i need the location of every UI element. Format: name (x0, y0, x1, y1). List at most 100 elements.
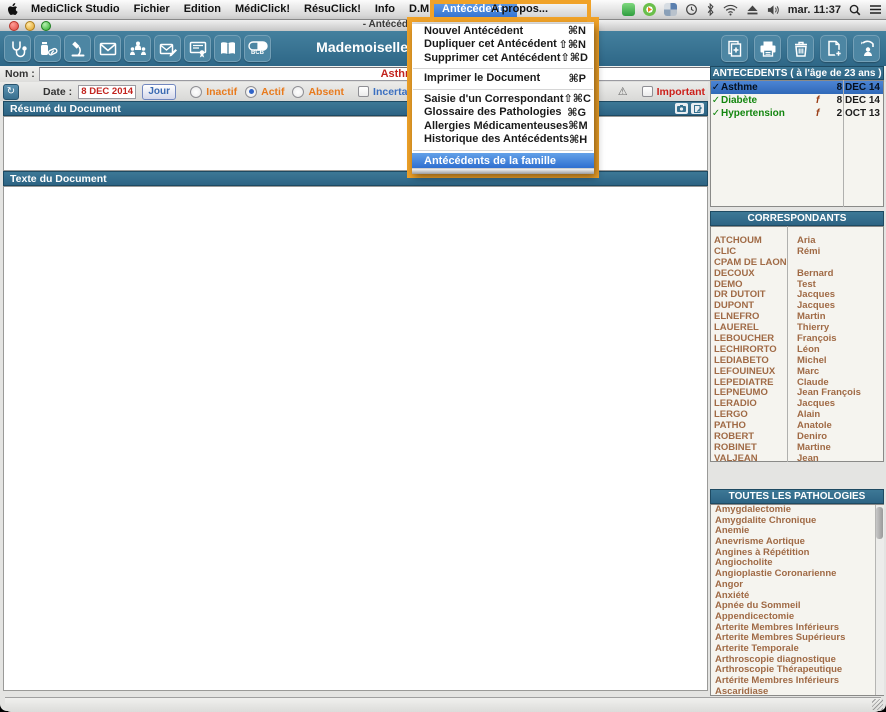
menubar-item[interactable]: MédiClick! (228, 0, 297, 19)
menubar-item[interactable]: Info (368, 0, 402, 19)
spotlight-icon[interactable] (849, 4, 861, 16)
menu-item[interactable]: Imprimer le Document ⌘P (412, 72, 594, 86)
correspondant-firstname: Léon (791, 344, 883, 355)
camera-icon[interactable] (675, 103, 688, 114)
correspondant-row[interactable]: DECOUX Bernard (711, 268, 883, 279)
bluetooth-icon[interactable] (706, 3, 715, 16)
menu-item[interactable] (412, 85, 594, 92)
new-document-icon[interactable] (721, 35, 748, 62)
microscope-icon[interactable] (64, 35, 91, 62)
menu-item[interactable]: Saisie d'un Correspondant ⇧⌘C (412, 92, 594, 106)
menubar-item[interactable]: RésuClick! (297, 0, 368, 19)
print-icon[interactable] (754, 35, 781, 62)
antecedent-row[interactable]: ✓ Asthme 8 DEC 14 (711, 81, 883, 94)
medications-icon[interactable] (34, 35, 61, 62)
correspondant-row[interactable]: ROBERT Deniro (711, 431, 883, 442)
correspondant-row[interactable]: LAUEREL Thierry (711, 322, 883, 333)
volume-icon[interactable] (767, 4, 780, 16)
correspondant-row[interactable]: ATCHOUM Aria (711, 235, 883, 246)
name-field[interactable]: Asthme (39, 67, 713, 81)
radio-circle[interactable] (292, 86, 304, 98)
radio-circle[interactable] (245, 86, 257, 98)
write-mail-icon[interactable] (154, 35, 181, 62)
menubar-app-name[interactable]: MediClick Studio (24, 0, 127, 19)
menu-item-label: Historique des Antécédents (424, 133, 569, 145)
pathologies-scrollbar-thumb[interactable] (876, 507, 883, 539)
name-label: Nom : (5, 68, 35, 80)
resize-handle[interactable] (872, 699, 883, 710)
correspondant-row[interactable]: CPAM DE LAON (711, 257, 883, 268)
correspondant-row[interactable]: PATHO Anatole (711, 420, 883, 431)
date-field[interactable]: 8 DEC 2014 (78, 85, 136, 99)
correspondant-row[interactable]: DR DUTOIT Jacques (711, 289, 883, 300)
import-patient-icon[interactable] (853, 35, 880, 62)
pathology-item[interactable]: Angor (711, 580, 883, 591)
correspondant-row[interactable]: LEPNEUMO Jean François (711, 387, 883, 398)
pathology-item[interactable]: Ascaridiase (711, 687, 883, 696)
pathology-item[interactable]: Appendicectomie (711, 612, 883, 623)
menu-item[interactable]: Historique des Antécédents ⌘H (412, 133, 594, 147)
correspondants-header-label: CORRESPONDANTS (748, 213, 847, 224)
menu-item[interactable]: Glossaire des Pathologies ⌘G (412, 106, 594, 120)
trash-icon[interactable] (787, 35, 814, 62)
app-grid-icon[interactable] (664, 3, 677, 16)
texte-textarea[interactable] (3, 186, 708, 691)
menubar-item[interactable]: Edition (177, 0, 228, 19)
correspondant-row[interactable]: LEFOUINEUX Marc (711, 366, 883, 377)
jour-button[interactable]: Jour (142, 84, 176, 100)
checkbox-square[interactable] (642, 86, 653, 97)
correspondant-row[interactable]: VALJEAN Jean (711, 453, 883, 464)
correspondant-row[interactable]: LEPEDIATRE Claude (711, 377, 883, 388)
eject-icon[interactable] (746, 4, 759, 16)
time-machine-icon[interactable] (685, 3, 698, 16)
status-radio[interactable]: Inactif (190, 86, 237, 98)
resume-textarea[interactable] (3, 116, 708, 171)
correspondant-row[interactable]: LECHIRORTO Léon (711, 344, 883, 355)
correspondant-row[interactable]: ROBINET Martine (711, 442, 883, 453)
correspondant-row[interactable]: LEDIABETO Michel (711, 355, 883, 366)
app-green-icon[interactable] (622, 3, 635, 16)
menu-item[interactable]: Nouvel Antécédent ⌘N (412, 24, 594, 38)
history-refresh-icon[interactable]: ↻ (3, 84, 19, 100)
radio-circle[interactable] (190, 86, 202, 98)
menu-item[interactable]: Supprimer cet Antécédent ⇧⌘D (412, 51, 594, 65)
antecedent-row[interactable]: ✓ Diabète f 8 DEC 14 (711, 94, 883, 107)
notification-list-icon[interactable] (869, 4, 882, 15)
correspondant-row[interactable]: DUPONT Jacques (711, 300, 883, 311)
app-play-icon[interactable] (643, 3, 656, 16)
antecedent-row[interactable]: ✓ Hypertension f 2 OCT 13 (711, 107, 883, 120)
menubar-item[interactable]: Fichier (127, 0, 177, 19)
wifi-icon[interactable] (723, 4, 738, 16)
add-document-icon[interactable] (820, 35, 847, 62)
menu-item[interactable]: Allergies Médicamenteuses ⌘M (412, 119, 594, 133)
menu-item[interactable]: Antécédents de la famille (412, 153, 594, 168)
correspondant-row[interactable]: LEBOUCHER François (711, 333, 883, 344)
menu-item[interactable] (412, 146, 594, 153)
apple-menu[interactable] (0, 3, 24, 16)
correspondant-row[interactable]: CLIC Rémi (711, 246, 883, 257)
stethoscope-icon[interactable] (4, 35, 31, 62)
status-radio[interactable]: Absent (292, 86, 344, 98)
certificate-icon[interactable] (184, 35, 211, 62)
status-radio[interactable]: Actif (245, 86, 284, 98)
correspondant-row[interactable]: LERGO Alain (711, 409, 883, 420)
book-icon[interactable] (214, 35, 241, 62)
menu-item-shortcut: ⇧⌘N (559, 38, 586, 51)
menubar-clock[interactable]: mar. 11:37 (788, 4, 841, 16)
correspondant-row[interactable]: LERADIO Jacques (711, 398, 883, 409)
close-window-button[interactable] (9, 21, 19, 31)
menubar-left: MediClick Studio FichierEditionMédiClick… (0, 0, 447, 19)
menu-item[interactable]: Dupliquer cet Antécédent ⇧⌘N (412, 38, 594, 52)
correspondant-row[interactable]: DEMO Test (711, 279, 883, 290)
family-icon[interactable] (124, 35, 151, 62)
zoom-window-button[interactable] (41, 21, 51, 31)
edit-document-icon[interactable] (691, 103, 704, 114)
checkbox-square[interactable] (358, 86, 369, 97)
mail-icon[interactable] (94, 35, 121, 62)
menu-item[interactable] (412, 65, 594, 72)
correspondant-lastname: CPAM DE LAON (711, 257, 791, 268)
minimize-window-button[interactable] (25, 21, 35, 31)
correspondant-row[interactable]: ELNEFRO Martin (711, 311, 883, 322)
important-checkbox[interactable]: Important (642, 86, 705, 98)
bcb-drug-database-icon[interactable]: BCB (244, 35, 271, 62)
